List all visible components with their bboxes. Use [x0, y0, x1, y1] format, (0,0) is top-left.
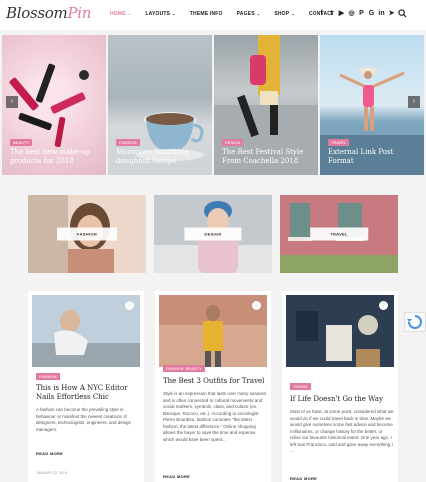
slide-2[interactable]: FASHION Moroccan Smacking doughnut Recip…	[108, 35, 212, 175]
heart-icon[interactable]: ♡	[379, 301, 388, 310]
slide-category[interactable]: TRAVEL	[328, 139, 350, 146]
logo-main-text: Blossom	[6, 4, 68, 22]
slide-category[interactable]: FASHION	[116, 139, 140, 146]
featured-slider: BEAUTY The best new make-up products for…	[0, 35, 426, 175]
linkedin-icon[interactable]: in	[378, 9, 385, 18]
nav-layouts[interactable]: LAYOUTS ⌄	[145, 11, 175, 17]
category-fashion[interactable]: FASHION	[28, 195, 146, 273]
youtube-icon[interactable]: ▶	[338, 9, 345, 18]
heart-icon[interactable]: ♡	[252, 301, 261, 310]
recaptcha-icon	[407, 315, 422, 329]
post-date: JANUARY 22, 2019	[36, 471, 67, 475]
category-label: TRAVEL	[310, 227, 368, 241]
post-image[interactable]: ♡	[32, 295, 140, 367]
nav-home[interactable]: HOME ⌄	[110, 11, 131, 17]
category-travel[interactable]: TRAVEL	[280, 195, 398, 273]
facebook-icon[interactable]: f	[318, 9, 325, 18]
instagram-icon[interactable]: ◎	[348, 9, 355, 18]
google-plus-icon[interactable]: G	[368, 9, 375, 18]
slide-category[interactable]: DESIGN	[222, 139, 244, 146]
chevron-down-icon: ⌄	[127, 11, 132, 16]
slide-title[interactable]: The best new make-up products for 2018	[10, 148, 102, 166]
post-title[interactable]: The Best 3 Outfits for Travel	[163, 377, 265, 386]
site-header: BlossomPin HOME ⌄ LAYOUTS ⌄ THEME INFO PAG…	[0, 0, 426, 30]
read-more-link[interactable]: READ MORE	[163, 474, 190, 479]
slide-title[interactable]: The Best Festival Style From Coachella 2…	[222, 148, 314, 166]
post-title[interactable]: If Life Doesn't Go the Way	[290, 395, 392, 404]
category-label: DESIGN	[184, 227, 242, 241]
logo-accent-text: Pin	[67, 4, 92, 22]
post-card[interactable]: ♡ TRAVEL If Life Doesn't Go the Way Most…	[282, 291, 398, 482]
recaptcha-badge[interactable]	[404, 312, 426, 332]
read-more-link[interactable]: READ MORE	[36, 451, 63, 456]
slide-category[interactable]: BEAUTY	[10, 139, 33, 146]
twitter-icon[interactable]: t	[328, 9, 335, 18]
post-category[interactable]: TRAVEL	[290, 383, 312, 390]
post-excerpt: Most of us have, at some point, consider…	[290, 409, 394, 453]
category-label: FASHION	[57, 227, 117, 241]
post-image[interactable]: ♡	[286, 295, 394, 367]
category-design[interactable]: DESIGN	[154, 195, 272, 273]
chevron-down-icon: ⌄	[256, 11, 261, 16]
post-category[interactable]: FASHION, BEAUTY	[163, 365, 205, 372]
slide-title[interactable]: External Link Post Format	[328, 148, 420, 166]
pinterest-icon[interactable]: P	[358, 9, 365, 18]
chevron-down-icon: ⌄	[291, 11, 295, 16]
post-card[interactable]: ♡ FASHION, BEAUTY The Best 3 Outfits for…	[155, 291, 271, 482]
chevron-down-icon: ⌄	[172, 11, 176, 16]
slider-next-button[interactable]: ›	[408, 96, 420, 108]
nav-theme-info[interactable]: THEME INFO	[190, 11, 223, 17]
post-excerpt: A fashion can become the prevailing styl…	[36, 407, 132, 432]
slider-prev-button[interactable]: ‹	[6, 96, 18, 108]
read-more-link[interactable]: READ MORE	[290, 476, 317, 481]
post-image[interactable]: ♡	[159, 295, 267, 367]
post-excerpt: Style is an expression that lasts over m…	[163, 391, 267, 442]
telegram-icon[interactable]: ➤	[388, 9, 395, 18]
post-category[interactable]: FASHION	[36, 373, 60, 380]
site-logo[interactable]: BlossomPin	[6, 4, 91, 22]
search-icon[interactable]	[398, 9, 407, 18]
post-card[interactable]: ♡ FASHION This is How A NYC Editor Nails…	[28, 291, 144, 482]
nav-shop[interactable]: SHOP ⌄	[274, 11, 295, 17]
main-nav: HOME ⌄ LAYOUTS ⌄ THEME INFO PAGES ⌄ SHOP ⌄ C…	[110, 11, 348, 17]
chevron-left-icon: ‹	[10, 98, 14, 105]
chevron-right-icon: ›	[412, 98, 416, 105]
nav-pages[interactable]: PAGES ⌄	[237, 11, 261, 17]
slide-3[interactable]: DESIGN The Best Festival Style From Coac…	[214, 35, 318, 175]
slide-title[interactable]: Moroccan Smacking doughnut Recipe	[116, 148, 208, 166]
social-links: f t ▶ ◎ P G in ➤	[318, 9, 395, 18]
heart-icon[interactable]: ♡	[125, 301, 134, 310]
post-title[interactable]: This is How A NYC Editor Nails Effortles…	[36, 384, 138, 402]
